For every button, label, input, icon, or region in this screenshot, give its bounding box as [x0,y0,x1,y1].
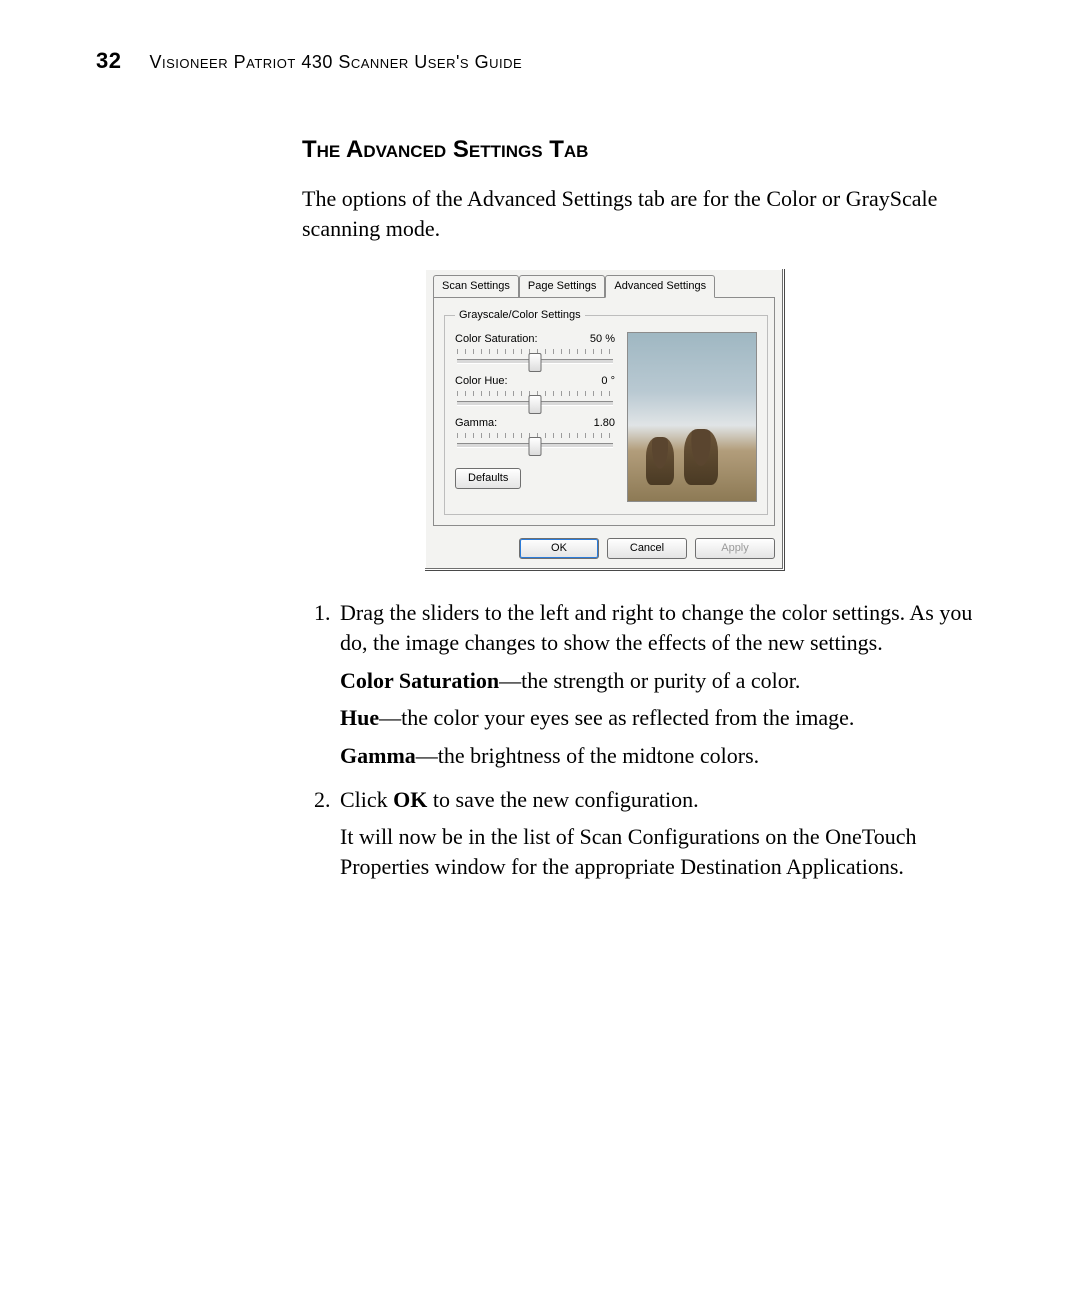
dialog-figure: Scan Settings Page Settings Advanced Set… [424,268,784,571]
saturation-desc: —the strength or purity of a color. [499,668,800,693]
dialog-button-row: OK Cancel Apply [433,538,775,559]
gamma-definition: Gamma—the brightness of the midtone colo… [340,741,982,771]
hue-desc: —the color your eyes see as reflected fr… [379,705,854,730]
gamma-slider: Gamma: 1.80 [455,416,615,448]
step-2-ok: OK [393,787,427,812]
saturation-label: Color Saturation: [455,332,538,347]
tab-page-settings[interactable]: Page Settings [519,275,606,298]
preview-image [627,332,757,502]
gamma-term: Gamma [340,743,416,768]
sliders-column: Color Saturation: 50 % [455,332,615,502]
group-legend: Grayscale/Color Settings [455,308,585,323]
gamma-desc: —the brightness of the midtone colors. [416,743,759,768]
saturation-slider: Color Saturation: 50 % [455,332,615,364]
hue-definition: Hue—the color your eyes see as reflected… [340,703,982,733]
lead-paragraph: The options of the Advanced Settings tab… [302,184,982,243]
saturation-thumb[interactable] [529,353,542,372]
hue-track[interactable] [457,401,613,406]
hue-value: 0 ° [601,374,615,389]
body-column: The Advanced Settings Tab The options of… [302,134,982,882]
gamma-track[interactable] [457,443,613,448]
gamma-label: Gamma: [455,416,497,431]
tab-scan-settings[interactable]: Scan Settings [433,275,519,298]
defaults-button[interactable]: Defaults [455,468,521,489]
page-number: 32 [96,48,121,74]
tab-advanced-settings[interactable]: Advanced Settings [605,275,715,298]
step-list: Drag the sliders to the left and right t… [302,598,982,882]
hue-label: Color Hue: [455,374,508,389]
manual-page: 32 Visioneer Patriot 430 Scanner User's … [0,0,1080,1296]
step-2-post: to save the new configuration. [427,787,698,812]
hue-slider: Color Hue: 0 ° [455,374,615,406]
running-header: 32 Visioneer Patriot 430 Scanner User's … [96,48,984,74]
pane-row: Color Saturation: 50 % [455,332,757,502]
gamma-thumb[interactable] [529,437,542,456]
deer-icon [646,437,674,485]
hue-term: Hue [340,705,379,730]
section-heading: The Advanced Settings Tab [302,134,982,166]
grayscale-color-group: Grayscale/Color Settings Color Saturatio… [444,308,768,516]
step-1-text: Drag the sliders to the left and right t… [340,600,972,655]
saturation-definition: Color Saturation—the strength or purity … [340,666,982,696]
cancel-button[interactable]: Cancel [607,538,687,559]
settings-dialog: Scan Settings Page Settings Advanced Set… [424,268,784,571]
saturation-value: 50 % [590,332,615,347]
running-title: Visioneer Patriot 430 Scanner User's Gui… [149,52,522,73]
ok-button[interactable]: OK [519,538,599,559]
gamma-value: 1.80 [594,416,615,431]
hue-thumb[interactable] [529,395,542,414]
saturation-term: Color Saturation [340,668,499,693]
advanced-tab-pane: Grayscale/Color Settings Color Saturatio… [433,297,775,527]
saturation-track[interactable] [457,359,613,364]
step-1: Drag the sliders to the left and right t… [336,598,982,770]
step-2-followup: It will now be in the list of Scan Confi… [340,822,982,881]
deer-icon [684,429,718,485]
apply-button[interactable]: Apply [695,538,775,559]
tab-strip: Scan Settings Page Settings Advanced Set… [433,275,775,298]
step-2: Click OK to save the new configuration. … [336,785,982,882]
step-2-pre: Click [340,787,393,812]
